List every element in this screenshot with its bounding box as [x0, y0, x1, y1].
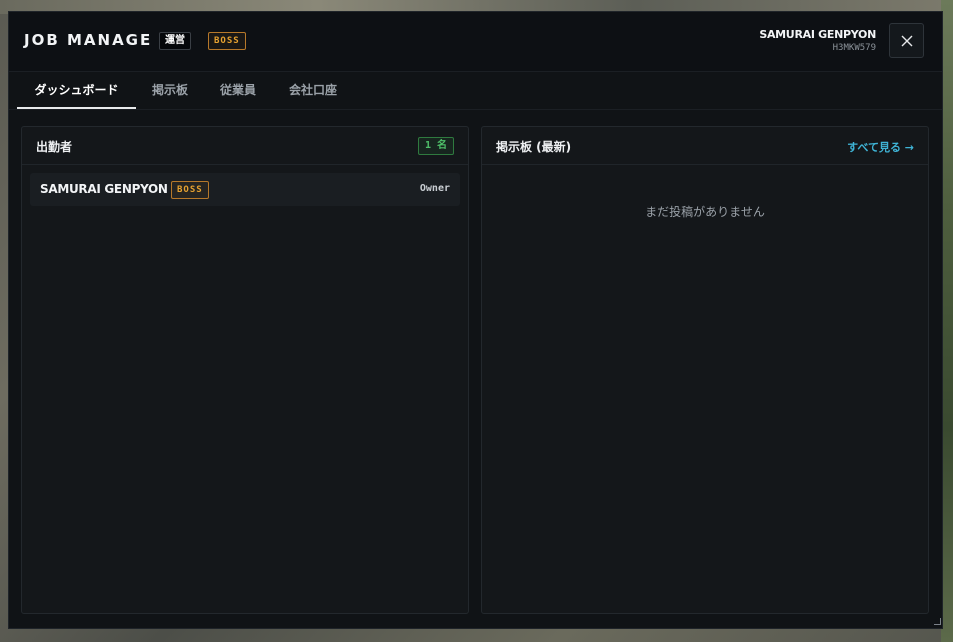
close-button[interactable]: [889, 23, 924, 58]
see-all-link[interactable]: すべて見る →: [847, 139, 914, 155]
boss-badge: BOSS: [208, 32, 246, 50]
tab-dashboard[interactable]: ダッシュボード: [17, 72, 136, 109]
attendance-panel: 出勤者 1 名 SAMURAI GENPYON BOSS Owner: [21, 126, 469, 614]
close-icon: [901, 35, 912, 46]
member-role: Owner: [419, 183, 450, 194]
board-panel-header: 掲示板 (最新) すべて見る →: [482, 127, 928, 165]
board-panel: 掲示板 (最新) すべて見る → まだ投稿がありません: [481, 126, 929, 614]
tab-board[interactable]: 掲示板: [139, 72, 201, 109]
tab-company-account[interactable]: 会社口座: [276, 72, 350, 109]
member-name: SAMURAI GENPYON: [40, 182, 168, 196]
user-name: SAMURAI GENPYON: [759, 28, 876, 41]
user-id: H3MKW579: [832, 43, 876, 53]
attendance-panel-header: 出勤者 1 名: [22, 127, 468, 165]
boss-badge: BOSS: [171, 181, 209, 199]
corner-bracket-icon: [934, 618, 941, 625]
tab-bar: ダッシュボード 掲示板 従業員 会社口座: [9, 72, 942, 110]
job-manage-window: JOB MANAGE 運営 BOSS SAMURAI GENPYON H3MKW…: [8, 11, 943, 629]
operator-badge: 運営: [159, 32, 191, 50]
empty-message: まだ投稿がありません: [645, 205, 765, 219]
attendance-title: 出勤者: [36, 140, 73, 154]
window-header: JOB MANAGE 運営 BOSS SAMURAI GENPYON H3MKW…: [9, 12, 942, 72]
attendance-count-badge: 1 名: [417, 137, 454, 155]
tab-employees[interactable]: 従業員: [207, 72, 269, 109]
list-item[interactable]: SAMURAI GENPYON BOSS Owner: [30, 173, 460, 206]
board-title: 掲示板 (最新): [496, 140, 572, 154]
app-title: JOB MANAGE: [24, 31, 153, 49]
